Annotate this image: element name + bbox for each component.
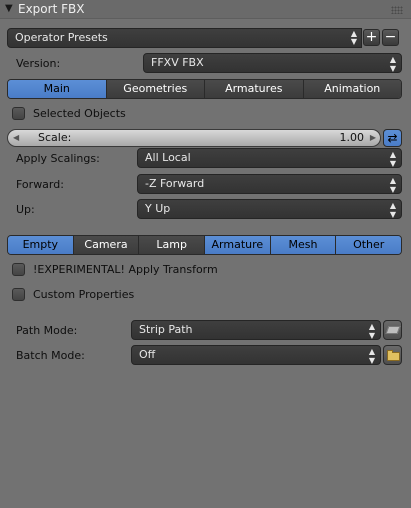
path-mode-dropdown[interactable]: Strip Path ▲ ▼ (131, 320, 381, 340)
add-preset-button[interactable]: + (363, 29, 380, 46)
panel-title: Export FBX (18, 2, 85, 16)
path-mode-value: Strip Path (139, 323, 193, 336)
batch-mode-label: Batch Mode: (16, 349, 85, 362)
updown-arrows-icon: ▲ ▼ (389, 150, 396, 168)
main-tabs: Main Geometries Armatures Animation (7, 79, 402, 99)
type-mesh-toggle[interactable]: Mesh (269, 236, 336, 254)
operator-presets-dropdown[interactable]: Operator Presets ▲ ▼ (7, 28, 362, 48)
panel-header[interactable]: ▼ Export FBX (0, 0, 411, 19)
tab-animation[interactable]: Animation (302, 80, 401, 98)
right-arrow-icon[interactable]: ▶ (370, 130, 376, 146)
apply-scalings-dropdown[interactable]: All Local ▲ ▼ (137, 148, 402, 168)
type-other-toggle[interactable]: Other (335, 236, 401, 254)
up-label: Up: (16, 203, 35, 216)
updown-arrows-icon: ▲ ▼ (350, 29, 357, 46)
type-empty-toggle[interactable]: Empty (8, 236, 73, 254)
remove-preset-button[interactable]: − (382, 29, 399, 46)
batch-mode-dropdown[interactable]: Off ▲ ▼ (131, 345, 381, 365)
selected-objects-label: Selected Objects (33, 107, 126, 120)
updown-arrows-icon: ▲ ▼ (389, 55, 396, 73)
batch-own-dir-icon[interactable] (383, 345, 402, 365)
type-camera-toggle[interactable]: Camera (72, 236, 139, 254)
version-value: FFXV FBX (151, 56, 204, 69)
scale-slider[interactable]: ◀ Scale: 1.00 ▶ (7, 129, 381, 147)
tab-armatures[interactable]: Armatures (204, 80, 303, 98)
type-armature-toggle[interactable]: Armature (204, 236, 270, 254)
operator-presets-label: Operator Presets (15, 31, 108, 44)
type-lamp-toggle[interactable]: Lamp (138, 236, 205, 254)
tab-geometries[interactable]: Geometries (105, 80, 204, 98)
tab-main[interactable]: Main (8, 80, 106, 98)
updown-arrows-icon: ▲ ▼ (368, 347, 375, 365)
scale-link-icon[interactable]: ⇄ (383, 129, 402, 147)
forward-value: -Z Forward (145, 177, 205, 190)
version-dropdown[interactable]: FFXV FBX ▲ ▼ (143, 53, 402, 73)
version-label: Version: (16, 57, 61, 70)
up-value: Y Up (145, 202, 171, 215)
left-arrow-icon[interactable]: ◀ (13, 130, 19, 146)
custom-properties-checkbox[interactable] (12, 288, 25, 301)
scale-label: Scale: (38, 131, 72, 144)
collapse-triangle-icon[interactable]: ▼ (5, 3, 13, 14)
object-types-toggle: Empty Camera Lamp Armature Mesh Other (7, 235, 402, 255)
selected-objects-checkbox[interactable] (12, 107, 25, 120)
custom-properties-label: Custom Properties (33, 288, 135, 301)
updown-arrows-icon: ▲ ▼ (368, 322, 375, 340)
batch-mode-value: Off (139, 348, 156, 361)
apply-transform-label: !EXPERIMENTAL! Apply Transform (33, 263, 218, 276)
drag-grip-icon[interactable] (391, 6, 403, 14)
updown-arrows-icon: ▲ ▼ (389, 201, 396, 219)
scale-value: 1.00 (339, 131, 365, 144)
apply-scalings-value: All Local (145, 151, 191, 164)
apply-transform-checkbox[interactable] (12, 263, 25, 276)
path-mode-label: Path Mode: (16, 324, 78, 337)
forward-label: Forward: (16, 178, 64, 191)
embed-textures-icon[interactable] (383, 320, 402, 340)
forward-dropdown[interactable]: -Z Forward ▲ ▼ (137, 174, 402, 194)
up-dropdown[interactable]: Y Up ▲ ▼ (137, 199, 402, 219)
updown-arrows-icon: ▲ ▼ (389, 176, 396, 194)
apply-scalings-label: Apply Scalings: (16, 152, 100, 165)
